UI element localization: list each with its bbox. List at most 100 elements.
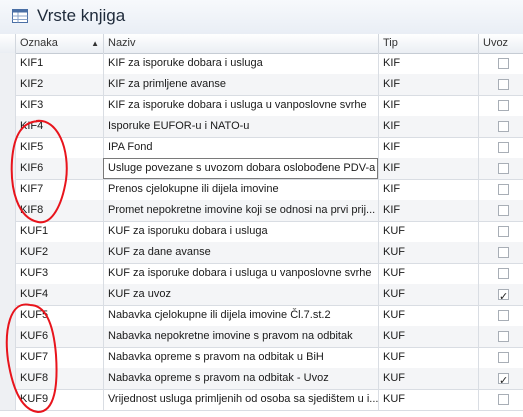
- cell-naziv[interactable]: Prenos cjelokupne ili dijela imovine: [103, 179, 378, 200]
- table-row[interactable]: KIF1 KIF za isporuke dobara i usluga KIF: [0, 53, 523, 75]
- cell-oznaka[interactable]: KUF6: [15, 326, 103, 347]
- table-row[interactable]: KIF8 Promet nepokretne imovine koji se od…: [0, 200, 523, 222]
- cell-oznaka[interactable]: KIF3: [15, 95, 103, 116]
- cell-oznaka[interactable]: KIF4: [15, 116, 103, 137]
- cell-naziv[interactable]: Nabavka nepokretne imovine s pravom na o…: [103, 326, 378, 347]
- cell-naziv[interactable]: KUF za isporuku dobara i usluga: [103, 221, 378, 242]
- row-indicator[interactable]: [0, 368, 16, 389]
- row-indicator[interactable]: [0, 116, 16, 137]
- cell-tip[interactable]: KUF: [378, 221, 478, 242]
- cell-naziv[interactable]: KIF za isporuke dobara i usluga: [103, 53, 378, 74]
- uvoz-checkbox[interactable]: [498, 184, 509, 195]
- cell-oznaka[interactable]: KIF1: [15, 53, 103, 74]
- table-row[interactable]: KIF7 Prenos cjelokupne ili dijela imovine…: [0, 179, 523, 201]
- cell-oznaka[interactable]: KIF6: [15, 158, 103, 179]
- cell-naziv[interactable]: Promet nepokretne imovine koji se odnosi…: [103, 200, 378, 221]
- uvoz-checkbox[interactable]: [498, 247, 509, 258]
- cell-tip[interactable]: KUF: [378, 326, 478, 347]
- cell-tip[interactable]: KUF: [378, 242, 478, 263]
- table-row[interactable]: KIF4 Isporuke EUFOR-u i NATO-u KIF: [0, 116, 523, 138]
- row-indicator[interactable]: [0, 200, 16, 221]
- cell-naziv[interactable]: Isporuke EUFOR-u i NATO-u: [103, 116, 378, 137]
- row-indicator[interactable]: [0, 53, 16, 74]
- cell-oznaka[interactable]: KIF8: [15, 200, 103, 221]
- row-indicator[interactable]: [0, 305, 16, 326]
- cell-naziv[interactable]: KUF za uvoz: [103, 284, 378, 305]
- cell-naziv[interactable]: KUF za dane avanse: [103, 242, 378, 263]
- cell-oznaka[interactable]: KUF8: [15, 368, 103, 389]
- table-row[interactable]: KIF6 Usluge povezane s uvozom dobara oslo…: [0, 158, 523, 180]
- row-indicator[interactable]: [0, 137, 16, 158]
- cell-naziv[interactable]: IPA Fond: [103, 137, 378, 158]
- cell-naziv[interactable]: Nabavka cjelokupne ili dijela imovine Čl…: [103, 305, 378, 326]
- row-indicator[interactable]: [0, 326, 16, 347]
- row-indicator[interactable]: [0, 95, 16, 116]
- cell-naziv[interactable]: KIF za primljene avanse: [103, 74, 378, 95]
- column-header-uvoz[interactable]: Uvoz: [478, 34, 523, 53]
- cell-tip[interactable]: KIF: [378, 53, 478, 74]
- table-row[interactable]: KUF6 Nabavka nepokretne imovine s pravom …: [0, 326, 523, 348]
- uvoz-checkbox[interactable]: [498, 226, 509, 237]
- uvoz-checkbox-checked[interactable]: [498, 287, 509, 305]
- column-header-tip[interactable]: Tip: [378, 34, 478, 53]
- uvoz-checkbox[interactable]: [498, 121, 509, 132]
- table-row[interactable]: KIF2 KIF za primljene avanse KIF: [0, 74, 523, 96]
- cell-oznaka[interactable]: KUF5: [15, 305, 103, 326]
- cell-oznaka[interactable]: KIF5: [15, 137, 103, 158]
- cell-tip[interactable]: KUF: [378, 389, 478, 410]
- cell-tip[interactable]: KIF: [378, 116, 478, 137]
- cell-tip[interactable]: KIF: [378, 200, 478, 221]
- uvoz-checkbox[interactable]: [498, 163, 509, 174]
- row-indicator[interactable]: [0, 74, 16, 95]
- cell-naziv[interactable]: KIF za isporuke dobara i usluga u vanpos…: [103, 95, 378, 116]
- cell-tip[interactable]: KUF: [378, 305, 478, 326]
- uvoz-checkbox[interactable]: [498, 268, 509, 279]
- table-row[interactable]: KUF9 Vrijednost usluga primljenih od osob…: [0, 389, 523, 411]
- cell-naziv[interactable]: Nabavka opreme s pravom na odbitak u BiH: [103, 347, 378, 368]
- table-row[interactable]: KUF5 Nabavka cjelokupne ili dijela imovin…: [0, 305, 523, 327]
- cell-tip[interactable]: KUF: [378, 263, 478, 284]
- table-row[interactable]: KUF4 KUF za uvoz KUF: [0, 284, 523, 306]
- column-header-oznaka[interactable]: Oznaka ▲: [15, 34, 103, 53]
- cell-naziv[interactable]: KUF za isporuke dobara i usluga u vanpos…: [103, 263, 378, 284]
- table-row[interactable]: KUF3 KUF za isporuke dobara i usluga u va…: [0, 263, 523, 285]
- uvoz-checkbox[interactable]: [498, 100, 509, 111]
- cell-oznaka[interactable]: KUF7: [15, 347, 103, 368]
- uvoz-checkbox[interactable]: [498, 142, 509, 153]
- cell-oznaka[interactable]: KUF3: [15, 263, 103, 284]
- row-indicator[interactable]: [0, 242, 16, 263]
- row-indicator[interactable]: [0, 389, 16, 410]
- cell-oznaka[interactable]: KUF9: [15, 389, 103, 410]
- column-header-naziv[interactable]: Naziv: [103, 34, 378, 53]
- uvoz-checkbox[interactable]: [498, 205, 509, 216]
- cell-tip[interactable]: KUF: [378, 347, 478, 368]
- cell-naziv[interactable]: Vrijednost usluga primljenih od osoba sa…: [103, 389, 378, 410]
- row-indicator[interactable]: [0, 158, 16, 179]
- row-indicator[interactable]: [0, 221, 16, 242]
- uvoz-checkbox[interactable]: [498, 331, 509, 342]
- row-indicator[interactable]: [0, 179, 16, 200]
- cell-naziv[interactable]: Nabavka opreme s pravom na odbitak - Uvo…: [103, 368, 378, 389]
- cell-tip[interactable]: KIF: [378, 74, 478, 95]
- cell-tip[interactable]: KIF: [378, 95, 478, 116]
- uvoz-checkbox[interactable]: [498, 58, 509, 69]
- table-row[interactable]: KUF2 KUF za dane avanse KUF: [0, 242, 523, 264]
- cell-oznaka[interactable]: KUF2: [15, 242, 103, 263]
- cell-tip[interactable]: KIF: [378, 179, 478, 200]
- uvoz-checkbox[interactable]: [498, 79, 509, 90]
- row-indicator[interactable]: [0, 284, 16, 305]
- uvoz-checkbox[interactable]: [498, 352, 509, 363]
- cell-oznaka[interactable]: KIF7: [15, 179, 103, 200]
- uvoz-checkbox[interactable]: [498, 310, 509, 321]
- row-indicator[interactable]: [0, 347, 16, 368]
- table-row[interactable]: KIF5 IPA Fond KIF: [0, 137, 523, 159]
- uvoz-checkbox[interactable]: [498, 394, 509, 405]
- uvoz-checkbox-checked[interactable]: [498, 371, 509, 389]
- cell-oznaka[interactable]: KUF1: [15, 221, 103, 242]
- cell-tip[interactable]: KIF: [378, 137, 478, 158]
- table-row[interactable]: KUF7 Nabavka opreme s pravom na odbitak u…: [0, 347, 523, 369]
- row-indicator[interactable]: [0, 263, 16, 284]
- cell-tip[interactable]: KUF: [378, 284, 478, 305]
- cell-oznaka[interactable]: KUF4: [15, 284, 103, 305]
- table-row[interactable]: KUF1 KUF za isporuku dobara i usluga KUF: [0, 221, 523, 243]
